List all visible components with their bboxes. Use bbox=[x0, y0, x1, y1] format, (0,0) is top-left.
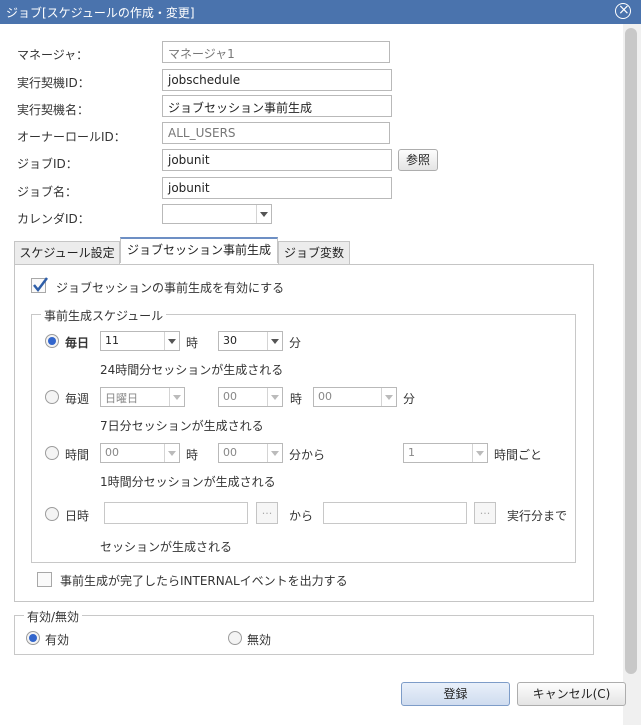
pregen-schedule-group bbox=[31, 314, 576, 563]
calendar-select[interactable] bbox=[162, 204, 272, 224]
hourly-interval-value: 1 bbox=[408, 446, 415, 459]
chevron-down-icon bbox=[267, 444, 282, 462]
weekly-minute-select[interactable]: 00 bbox=[313, 387, 397, 407]
enabled-label: 有効 bbox=[45, 633, 70, 647]
internal-event-label: 事前生成が完了したらINTERNALイベントを出力する bbox=[60, 574, 348, 588]
chevron-down-icon bbox=[164, 332, 179, 350]
weekly-hour-select[interactable]: 00 bbox=[218, 387, 283, 407]
hourly-label: 時間 bbox=[65, 448, 90, 462]
close-icon[interactable] bbox=[615, 1, 631, 19]
daily-radio[interactable] bbox=[45, 334, 59, 348]
chevron-down-icon bbox=[381, 388, 396, 406]
daily-hour-value: 11 bbox=[105, 334, 119, 347]
enable-pregen-checkbox[interactable] bbox=[31, 277, 48, 293]
weekly-hour-unit: 時 bbox=[290, 392, 303, 406]
datetime-from-browse-button[interactable]: ... bbox=[256, 502, 278, 524]
schedule-id-label: 実行契機ID： bbox=[17, 76, 90, 90]
manager-field: マネージャ1 bbox=[162, 41, 390, 63]
datetime-to-suffix: 実行分まで bbox=[507, 509, 568, 523]
weekly-label: 毎週 bbox=[65, 392, 90, 406]
job-name-label: ジョブ名： bbox=[17, 185, 78, 199]
disabled-radio[interactable] bbox=[228, 631, 242, 645]
browse-job-button[interactable]: 参照 bbox=[398, 149, 438, 171]
daily-minute-select[interactable]: 30 bbox=[218, 331, 283, 351]
chevron-down-icon bbox=[267, 388, 282, 406]
chevron-down-icon bbox=[169, 388, 184, 406]
datetime-to-browse-button[interactable]: ... bbox=[474, 502, 496, 524]
pregen-schedule-title: 事前生成スケジュール bbox=[41, 307, 167, 324]
hourly-hour-unit: 時 bbox=[186, 448, 199, 462]
chevron-down-icon bbox=[267, 332, 282, 350]
job-name-input[interactable]: jobunit bbox=[162, 177, 392, 199]
window-titlebar: ジョブ[スケジュールの作成・変更] bbox=[0, 0, 641, 24]
datetime-from-label: から bbox=[289, 509, 314, 523]
daily-minute-unit: 分 bbox=[289, 336, 302, 350]
manager-label: マネージャ： bbox=[17, 48, 89, 62]
disabled-label: 無効 bbox=[247, 633, 272, 647]
chevron-down-icon bbox=[472, 444, 487, 462]
hourly-hour-value: 00 bbox=[105, 446, 119, 459]
weekly-note: 7日分セッションが生成される bbox=[100, 419, 264, 433]
hourly-radio[interactable] bbox=[45, 446, 59, 460]
hourly-interval-select[interactable]: 1 bbox=[403, 443, 488, 463]
schedule-id-input[interactable]: jobschedule bbox=[162, 69, 392, 91]
datetime-note: セッションが生成される bbox=[100, 540, 233, 554]
weekly-hour-value: 00 bbox=[223, 390, 237, 403]
daily-note: 24時間分セッションが生成される bbox=[100, 363, 284, 377]
datetime-from-input[interactable] bbox=[104, 502, 248, 524]
datetime-to-input[interactable] bbox=[323, 502, 467, 524]
daily-minute-value: 30 bbox=[223, 334, 237, 347]
owner-role-label: オーナーロールID： bbox=[17, 130, 126, 144]
weekly-radio[interactable] bbox=[45, 390, 59, 404]
chevron-down-icon bbox=[256, 205, 271, 223]
tab-session-pregen[interactable]: ジョブセッション事前生成 bbox=[120, 237, 278, 263]
hourly-hour-select[interactable]: 00 bbox=[100, 443, 180, 463]
scrollbar[interactable] bbox=[623, 24, 641, 725]
weekly-minute-value: 00 bbox=[318, 390, 332, 403]
scrollbar-thumb[interactable] bbox=[625, 28, 637, 674]
weekly-minute-unit: 分 bbox=[403, 392, 416, 406]
internal-event-checkbox[interactable] bbox=[37, 572, 52, 587]
schedule-name-input[interactable]: ジョブセッション事前生成 bbox=[162, 95, 392, 117]
chevron-down-icon bbox=[164, 444, 179, 462]
daily-hour-select[interactable]: 11 bbox=[100, 331, 180, 351]
tab-job-variables[interactable]: ジョブ変数 bbox=[278, 241, 350, 265]
hourly-minute-suffix: 分から bbox=[289, 448, 326, 462]
calendar-label: カレンダID： bbox=[17, 212, 90, 226]
datetime-label: 日時 bbox=[65, 509, 90, 523]
daily-hour-unit: 時 bbox=[186, 336, 199, 350]
hourly-interval-suffix: 時間ごと bbox=[494, 448, 543, 462]
schedule-name-label: 実行契機名： bbox=[17, 103, 90, 117]
hourly-minute-value: 00 bbox=[223, 446, 237, 459]
validity-group bbox=[14, 615, 594, 655]
enable-pregen-label: ジョブセッションの事前生成を有効にする bbox=[56, 281, 285, 295]
cancel-button[interactable]: キャンセル(C) bbox=[517, 682, 626, 706]
window-title: ジョブ[スケジュールの作成・変更] bbox=[6, 6, 195, 20]
job-id-label: ジョブID： bbox=[17, 157, 78, 171]
validity-title: 有効/無効 bbox=[24, 608, 83, 625]
weekly-day-select[interactable]: 日曜日 bbox=[100, 387, 185, 407]
checkmark-icon bbox=[33, 277, 48, 293]
hourly-note: 1時間分セッションが生成される bbox=[100, 475, 276, 489]
tab-schedule-settings[interactable]: スケジュール設定 bbox=[14, 241, 120, 265]
register-button[interactable]: 登録 bbox=[401, 682, 510, 706]
owner-role-field: ALL_USERS bbox=[162, 122, 390, 144]
hourly-minute-select[interactable]: 00 bbox=[218, 443, 283, 463]
weekly-day-value: 日曜日 bbox=[105, 392, 138, 405]
enabled-radio[interactable] bbox=[26, 631, 40, 645]
daily-label: 毎日 bbox=[65, 336, 90, 350]
datetime-radio[interactable] bbox=[45, 507, 59, 521]
job-id-input[interactable]: jobunit bbox=[162, 149, 392, 171]
